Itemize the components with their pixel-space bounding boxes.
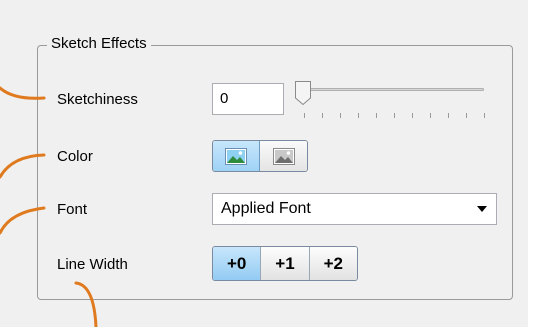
sketchiness-input[interactable]: 0: [212, 83, 284, 115]
line-width-toggle-group: +0 +1 +2: [212, 246, 358, 281]
line-width-plus0-button[interactable]: +0: [213, 247, 261, 280]
font-label: Font: [57, 201, 88, 218]
group-title: Sketch Effects: [47, 35, 151, 52]
chevron-down-icon: [477, 206, 487, 212]
sketchiness-slider-thumb[interactable]: [294, 80, 312, 106]
line-width-plus1-button[interactable]: +1: [260, 247, 309, 280]
slider-tick: [448, 113, 449, 118]
sketchiness-slider-ticks: [304, 113, 485, 119]
slider-tick: [484, 113, 485, 118]
slider-tick: [394, 113, 395, 118]
slider-tick: [358, 113, 359, 118]
color-option-button[interactable]: [213, 141, 260, 171]
color-image-icon: [225, 147, 247, 165]
grayscale-image-icon: [272, 147, 295, 165]
slider-tick: [466, 113, 467, 118]
sketchiness-slider-track[interactable]: [300, 88, 484, 91]
grayscale-option-button[interactable]: [260, 141, 307, 171]
font-dropdown-value: Applied Font: [221, 200, 311, 217]
slider-tick: [304, 113, 305, 118]
color-label: Color: [57, 148, 93, 165]
slider-tick: [340, 113, 341, 118]
color-toggle-group: [212, 140, 308, 172]
slider-tick: [412, 113, 413, 118]
sketchiness-label: Sketchiness: [57, 91, 138, 108]
line-width-label: Line Width: [57, 256, 128, 273]
slider-tick: [376, 113, 377, 118]
font-dropdown[interactable]: Applied Font: [212, 193, 497, 225]
slider-tick: [322, 113, 323, 118]
slider-tick: [430, 113, 431, 118]
line-width-plus2-button[interactable]: +2: [308, 247, 357, 280]
